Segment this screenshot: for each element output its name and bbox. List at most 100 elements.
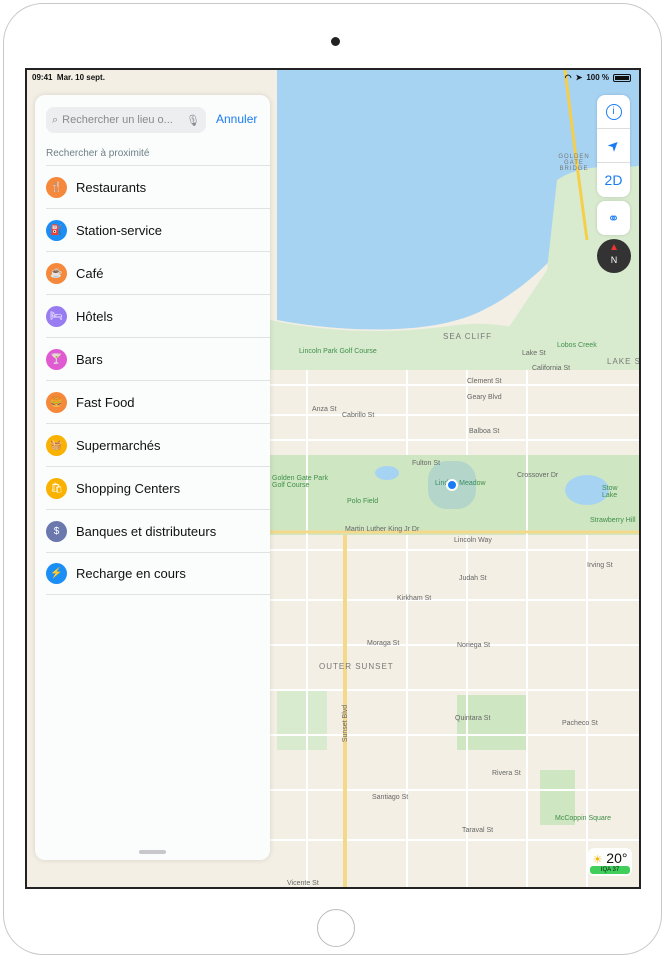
ev-charger-icon: ⚡: [46, 563, 67, 584]
category-label: Banques et distributeurs: [76, 523, 217, 539]
nearby-heading: Rechercher à proximité: [46, 148, 150, 159]
map-label-geary: Geary Blvd: [467, 394, 502, 401]
status-time: 09:41: [32, 73, 53, 82]
info-button[interactable]: i: [597, 95, 630, 129]
maps-screen: GOLDEN GATE BRIDGE SEA CLIFF Lincoln Par…: [25, 68, 641, 889]
map-label-sunset-blvd: Sunset Blvd: [342, 704, 350, 743]
map-label-noriega: Noriega St: [457, 642, 491, 649]
map-label-anza: Anza St: [312, 406, 337, 413]
fork-knife-icon: 🍴: [46, 176, 67, 198]
map-label-stow: Stow Lake: [602, 485, 618, 499]
map-label-moraga: Moraga St: [367, 640, 400, 647]
look-around-control: ⚭: [597, 201, 630, 235]
map-label-polo: Polo Field: [347, 498, 379, 505]
category-list: 🍴 Restaurants ⛽ Station-service ☕ Café 🛏 Hôtels…: [35, 165, 270, 595]
map-label-sea-cliff: SEA CLIFF: [443, 332, 493, 341]
map-label-lincoln-park: Lincoln Park Golf Course: [299, 348, 377, 355]
category-label: Supermarchés: [76, 437, 161, 453]
map-label-cabrillo: Cabrillo St: [342, 412, 375, 419]
home-button[interactable]: [317, 909, 355, 947]
category-label: Hôtels: [76, 308, 113, 324]
category-item[interactable]: 🍔 Fast Food: [46, 380, 270, 423]
map-label-meadow: Lindley Meadow: [435, 480, 486, 487]
category-item[interactable]: ⛽ Station-service: [46, 208, 270, 251]
weather-widget[interactable]: ☀ 20° IQA 37: [588, 848, 632, 876]
sun-icon: ☀: [592, 854, 603, 866]
bank-icon: $: [46, 520, 67, 542]
search-input[interactable]: ⌕ Rechercher un lieu o... 🎙: [46, 107, 206, 133]
map-label-strawberry: Strawberry Hill: [590, 517, 636, 524]
map-label-outer-sunset: OUTER SUNSET: [319, 662, 394, 671]
microphone-icon[interactable]: 🎙: [186, 114, 200, 127]
map-label-judah: Judah St: [459, 575, 487, 582]
fuel-pump-icon: ⛽: [46, 219, 67, 241]
map-label-vicente: Vicente St: [287, 880, 319, 887]
category-item[interactable]: ☕ Café: [46, 251, 270, 294]
search-icon: ⌕: [52, 113, 59, 126]
map-controls: i ➤ 2D: [597, 95, 630, 197]
map-label-california: California St: [532, 365, 571, 372]
status-date: Mar. 10 sept.: [56, 73, 105, 82]
status-bar: 09:41 Mar. 10 sept. ◠ ➤ 100 %: [27, 70, 639, 86]
category-item[interactable]: 🛏 Hôtels: [46, 294, 270, 337]
search-placeholder: Rechercher un lieu o...: [62, 114, 173, 126]
map-label-lincoln-way: Lincoln Way: [454, 537, 492, 544]
search-panel: ⌕ Rechercher un lieu o... 🎙 Annuler Rech…: [35, 95, 270, 860]
cancel-button[interactable]: Annuler: [216, 112, 257, 126]
category-item[interactable]: 🍴 Restaurants: [46, 165, 270, 208]
compass-button[interactable]: N: [597, 239, 631, 273]
map-label-santiago: Santiago St: [372, 794, 409, 801]
wifi-icon: ◠: [564, 73, 572, 82]
compass-north-label: N: [610, 255, 618, 265]
map-label-crossover: Crossover Dr: [517, 472, 559, 479]
category-label: Café: [76, 265, 104, 281]
category-label: Restaurants: [76, 179, 147, 195]
shopping-bag-icon: 🛍: [46, 477, 67, 499]
map-label-kirkham: Kirkham St: [397, 595, 432, 602]
category-label: Station-service: [76, 222, 162, 238]
temperature: 20°: [606, 850, 628, 866]
info-icon: i: [605, 103, 622, 120]
category-label: Recharge en cours: [76, 566, 186, 581]
map-label-clement: Clement St: [467, 378, 502, 385]
battery-percent: 100 %: [586, 73, 609, 82]
category-label: Fast Food: [76, 394, 135, 410]
binoculars-icon: ⚭: [607, 209, 620, 226]
map-label-lake: LAKE S: [607, 357, 641, 366]
map-label-rivera: Rivera St: [492, 770, 521, 777]
status-time-date: 09:41 Mar. 10 sept.: [32, 73, 105, 82]
map-label-irving: Irving St: [587, 562, 613, 569]
location-arrow-icon: ➤: [575, 73, 583, 82]
map-label-balboa: Balboa St: [469, 428, 500, 435]
fast-food-icon: 🍔: [46, 391, 67, 413]
map-label-lake-st: Lake St: [522, 350, 546, 357]
cocktail-icon: 🍸: [46, 348, 67, 370]
map-label-quintara: Quintara St: [455, 715, 491, 722]
category-item[interactable]: 🧺 Supermarchés: [46, 423, 270, 466]
air-quality-badge: IQA 37: [590, 866, 630, 874]
map-label-bridge: GOLDEN GATE BRIDGE: [558, 154, 590, 172]
category-label: Bars: [76, 351, 103, 367]
map-label-taraval: Taraval St: [462, 827, 494, 834]
basket-icon: 🧺: [46, 434, 67, 456]
look-around-button[interactable]: ⚭: [597, 201, 630, 235]
category-item[interactable]: $ Banques et distributeurs: [46, 509, 270, 552]
current-location-dot[interactable]: [446, 479, 458, 491]
view-mode-button[interactable]: 2D: [597, 163, 630, 197]
category-item[interactable]: ⚡ Recharge en cours: [46, 552, 270, 595]
location-arrow-icon: ➤: [603, 135, 623, 155]
map-label-lobos: Lobos Creek: [557, 342, 597, 349]
front-camera: [331, 37, 340, 46]
category-item[interactable]: 🍸 Bars: [46, 337, 270, 380]
track-location-button[interactable]: ➤: [597, 129, 630, 163]
map-label-mlk: Martin Luther King Jr Dr: [345, 526, 420, 533]
map-label-pacheco: Pacheco St: [562, 720, 598, 727]
map-label-mccoppin: McCoppin Square: [555, 815, 612, 822]
bed-icon: 🛏: [46, 305, 67, 327]
category-item[interactable]: 🛍 Shopping Centers: [46, 466, 270, 509]
panel-grabber-handle[interactable]: [139, 850, 166, 854]
coffee-cup-icon: ☕: [46, 262, 67, 284]
map-label-gg-park: Golden Gate Park Golf Course: [272, 475, 329, 489]
category-label: Shopping Centers: [76, 480, 181, 496]
battery-icon: [613, 73, 631, 82]
